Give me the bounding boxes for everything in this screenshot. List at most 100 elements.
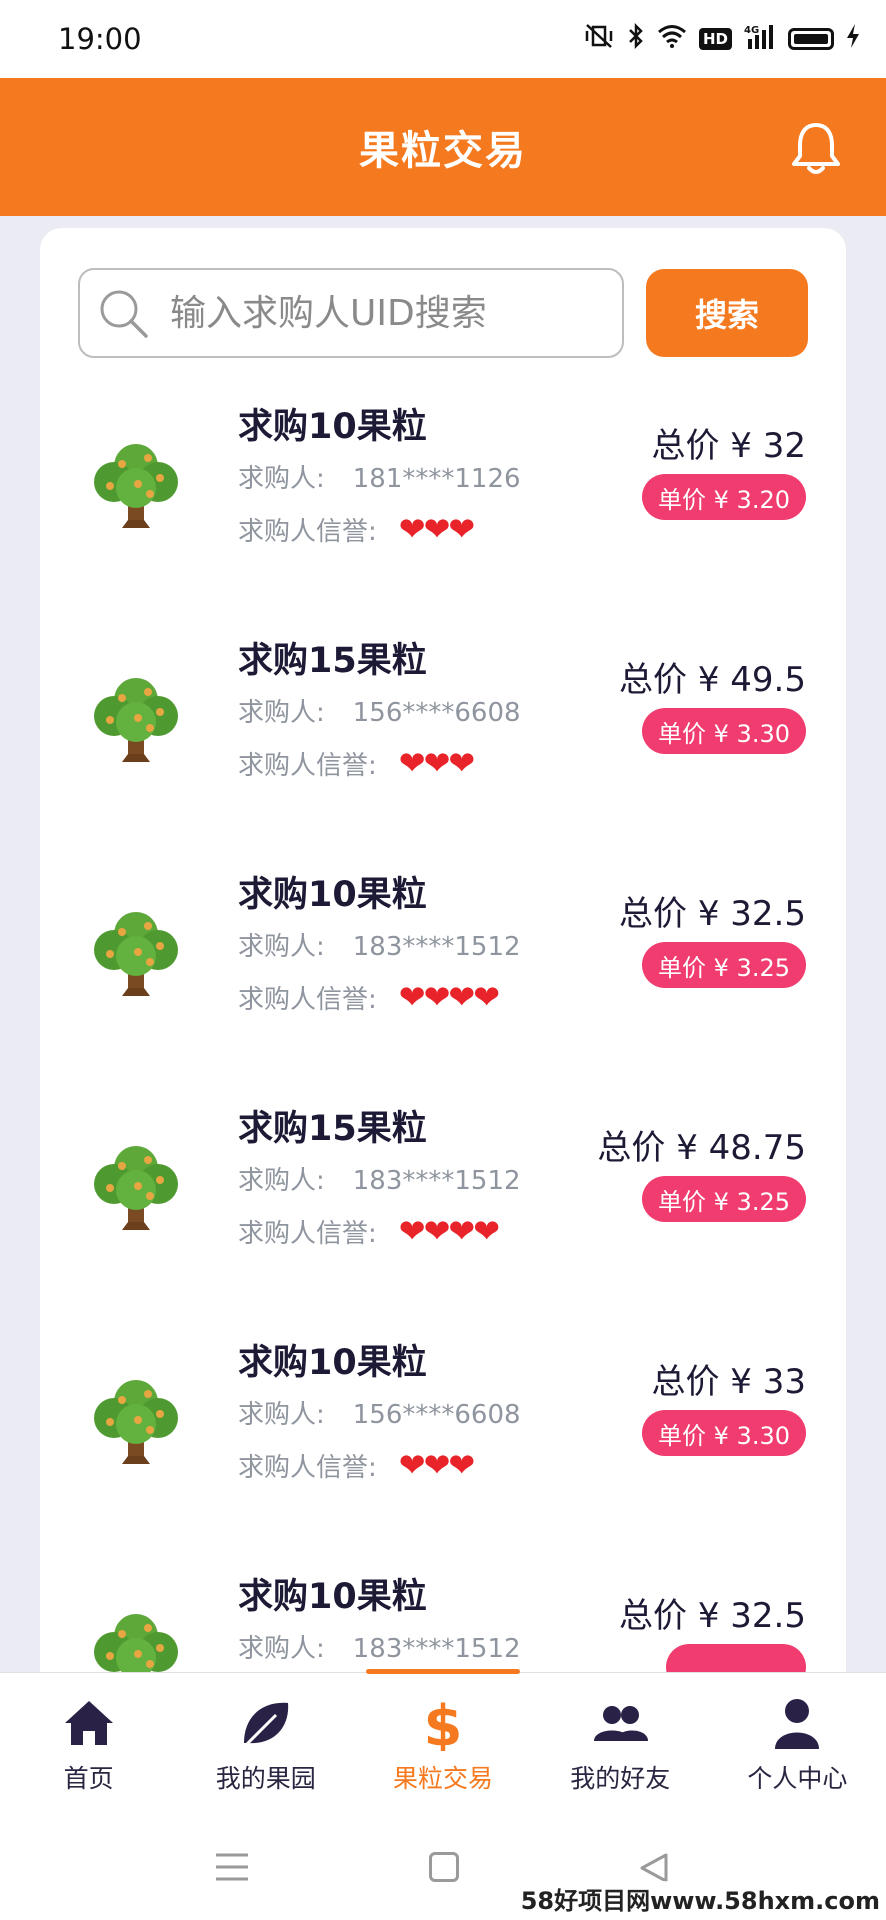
listing-item[interactable]: 求购15果粒 求购人: 156****6608 求购人信誉: ❤❤❤ 总价 ¥ 49… — [40, 622, 846, 856]
listing-list: 求购10果粒 求购人: 181****1126 求购人信誉: ❤❤❤ 总价 ¥ 32… — [40, 388, 846, 1688]
search-icon — [96, 286, 150, 340]
total-price: 总价 ¥ 33 — [651, 1362, 806, 1402]
unit-price-badge: 单价 ¥ 3.20 — [642, 474, 806, 520]
listing-item[interactable]: 求购10果粒 求购人: 156****6608 求购人信誉: ❤❤❤ 总价 ¥ 33… — [40, 1324, 846, 1558]
heart-icons: ❤❤❤❤ — [398, 978, 500, 1016]
credit-line: 求购人信誉: ❤❤❤ — [238, 744, 475, 782]
person-icon — [769, 1695, 825, 1751]
buyer-id: 156****6608 — [352, 698, 521, 728]
hd-icon: HD — [698, 28, 732, 50]
credit-line: 求购人信誉: ❤❤❤ — [238, 1446, 475, 1484]
credit-label: 求购人信誉: — [238, 1452, 377, 1483]
listing-item[interactable]: 求购10果粒 求购人: 183****1512 求购人信誉: ❤❤❤❤ 总价 ¥ 3… — [40, 856, 846, 1090]
tab-trade[interactable]: $ 果粒交易 — [354, 1673, 531, 1808]
svg-text:$: $ — [424, 1695, 463, 1751]
bell-icon[interactable] — [788, 120, 844, 178]
mute-vibrate-icon — [583, 23, 615, 55]
home-square-icon[interactable] — [429, 1852, 459, 1882]
unit-price-badge: 单价 ¥ 3.30 — [642, 1410, 806, 1456]
home-icon — [61, 1695, 117, 1751]
tab-friends[interactable]: 我的好友 — [532, 1673, 709, 1808]
search-box[interactable] — [78, 268, 624, 358]
tab-profile[interactable]: 个人中心 — [709, 1673, 886, 1808]
listing-item[interactable]: 求购15果粒 求购人: 183****1512 求购人信誉: ❤❤❤❤ 总价 ¥ 4… — [40, 1090, 846, 1324]
buyer-id: 156****6608 — [352, 1400, 521, 1430]
search-row: 搜索 — [78, 268, 808, 358]
unit-price-badge: 单价 ¥ 3.30 — [642, 708, 806, 754]
buyer-label: 求购人: — [238, 1166, 325, 1196]
tab-label: 我的果园 — [215, 1764, 316, 1793]
heart-icons: ❤❤❤ — [398, 510, 475, 548]
tab-label: 我的好友 — [570, 1764, 671, 1793]
buyer-label: 求购人: — [238, 1400, 325, 1430]
listing-title: 求购10果粒 — [238, 407, 427, 447]
status-time: 19:00 — [58, 22, 142, 56]
tab-label: 首页 — [63, 1764, 114, 1793]
signal-4g-icon: 4G — [744, 23, 776, 55]
tab-label: 个人中心 — [747, 1764, 848, 1793]
heart-icons: ❤❤❤ — [398, 744, 475, 782]
buyer-line: 求购人: 183****1512 — [238, 1160, 521, 1197]
credit-line: 求购人信誉: ❤❤❤❤ — [238, 978, 500, 1016]
main-card: 搜索 求购10果粒 求购人: 181****1126 求购人信誉: ❤❤❤ 总价 ¥… — [40, 228, 846, 1688]
page-title: 果粒交易 — [359, 128, 527, 174]
listing-title: 求购15果粒 — [238, 641, 427, 681]
tab-label: 果粒交易 — [393, 1764, 494, 1793]
buyer-label: 求购人: — [238, 698, 325, 728]
search-button[interactable]: 搜索 — [646, 269, 808, 357]
tree-icon — [86, 1372, 186, 1472]
buyer-line: 求购人: 183****1512 — [238, 1628, 521, 1665]
status-icons: HD 4G — [583, 22, 860, 55]
buyer-id: 183****1512 — [352, 1634, 521, 1664]
buyer-label: 求购人: — [238, 464, 325, 494]
heart-icons: ❤❤❤ — [398, 1446, 475, 1484]
buyer-label: 求购人: — [238, 1634, 325, 1664]
charging-icon — [846, 23, 860, 55]
tab-bar: 首页 我的果园 $ 果粒交易 我的好友 个人中心 — [0, 1669, 886, 1808]
leaf-icon — [238, 1695, 294, 1751]
svg-text:4G: 4G — [744, 25, 759, 36]
active-tab-indicator — [366, 1669, 520, 1674]
back-icon[interactable] — [638, 1852, 670, 1884]
tree-icon — [86, 670, 186, 770]
listing-item[interactable]: 求购10果粒 求购人: 181****1126 求购人信誉: ❤❤❤ 总价 ¥ 32… — [40, 388, 846, 622]
system-nav-bar: 58好项目网www.58hxm.com — [0, 1808, 886, 1920]
total-price: 总价 ¥ 32.5 — [619, 894, 806, 934]
total-price: 总价 ¥ 48.75 — [597, 1128, 806, 1168]
buyer-line: 求购人: 156****6608 — [238, 692, 521, 729]
unit-price-badge: 单价 ¥ 3.25 — [642, 942, 806, 988]
tree-icon — [86, 1138, 186, 1238]
wifi-icon — [657, 24, 687, 54]
buyer-line: 求购人: 181****1126 — [238, 458, 521, 495]
app-header: 果粒交易 — [0, 78, 886, 216]
credit-label: 求购人信誉: — [238, 516, 377, 547]
buyer-label: 求购人: — [238, 932, 325, 962]
unit-price-badge: 单价 ¥ 3.25 — [642, 1176, 806, 1222]
total-price: 总价 ¥ 32 — [651, 426, 806, 466]
bluetooth-icon — [627, 22, 645, 55]
listing-title: 求购10果粒 — [238, 875, 427, 915]
credit-label: 求购人信誉: — [238, 1218, 377, 1249]
status-bar: 19:00 HD 4G — [0, 0, 886, 78]
watermark: 58好项目网www.58hxm.com — [520, 1881, 880, 1916]
credit-line: 求购人信誉: ❤❤❤❤ — [238, 1212, 500, 1250]
buyer-id: 181****1126 — [352, 464, 521, 494]
buyer-id: 183****1512 — [352, 1166, 521, 1196]
search-input[interactable] — [170, 292, 610, 334]
buyer-line: 求购人: 156****6608 — [238, 1394, 521, 1431]
listing-title: 求购10果粒 — [238, 1577, 427, 1617]
listing-title: 求购15果粒 — [238, 1109, 427, 1149]
friends-icon — [592, 1695, 649, 1751]
buyer-line: 求购人: 183****1512 — [238, 926, 521, 963]
menu-icon[interactable] — [216, 1852, 248, 1882]
tree-icon — [86, 904, 186, 1004]
tab-home[interactable]: 首页 — [0, 1673, 177, 1808]
tab-orchard[interactable]: 我的果园 — [177, 1673, 354, 1808]
total-price: 总价 ¥ 49.5 — [619, 660, 806, 700]
buyer-id: 183****1512 — [352, 932, 521, 962]
listing-title: 求购10果粒 — [238, 1343, 427, 1383]
tree-icon — [86, 436, 186, 536]
credit-label: 求购人信誉: — [238, 984, 377, 1015]
total-price: 总价 ¥ 32.5 — [619, 1596, 806, 1636]
credit-label: 求购人信誉: — [238, 750, 377, 781]
